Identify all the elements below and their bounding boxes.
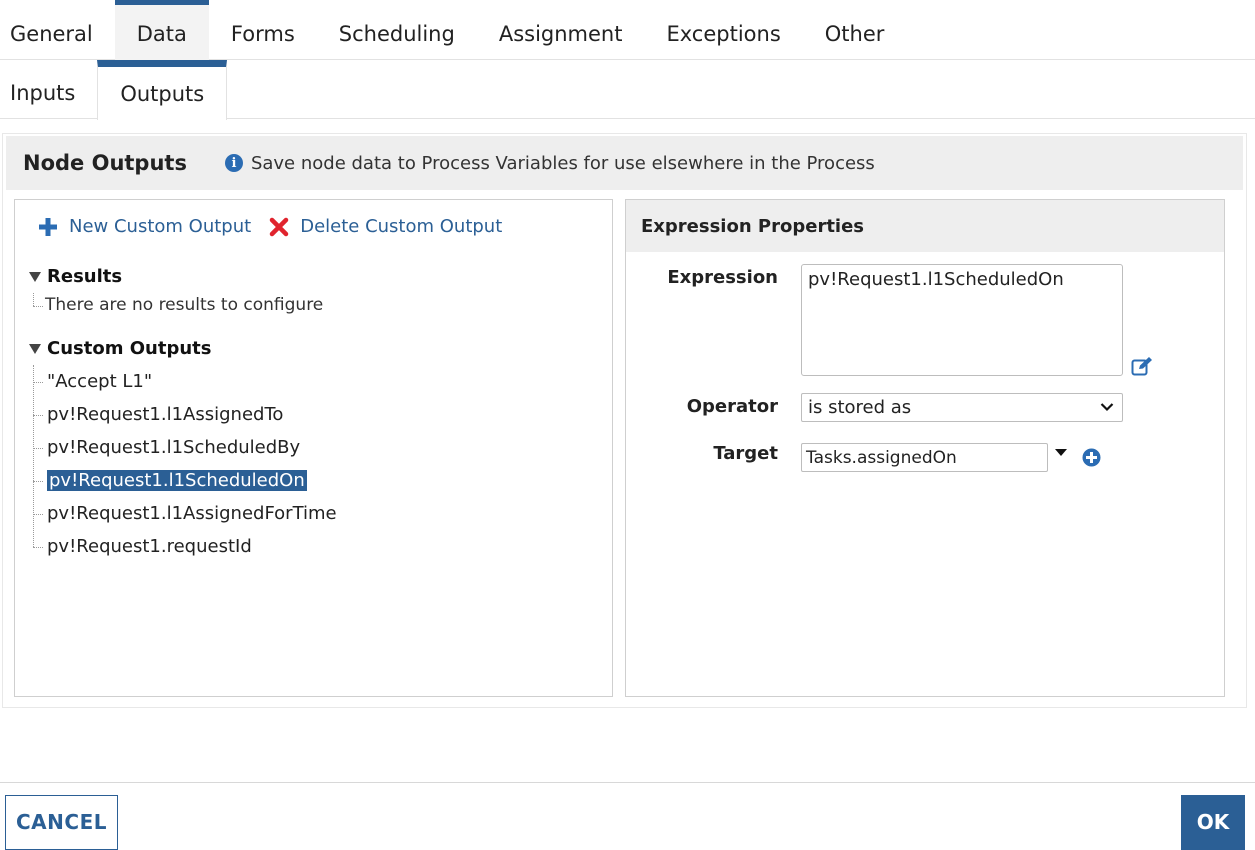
operator-select[interactable]: is stored as xyxy=(801,393,1123,422)
target-value: Tasks.assignedOn xyxy=(806,447,957,468)
info-icon: i xyxy=(224,154,243,172)
tab-assignment[interactable]: Assignment xyxy=(477,0,645,60)
results-empty-message: There are no results to configure xyxy=(43,292,323,317)
results-label: Results xyxy=(47,266,123,287)
tab-scheduling[interactable]: Scheduling xyxy=(317,0,477,60)
custom-output-label: pv!Request1.l1AssignedForTime xyxy=(47,503,337,524)
tab-general[interactable]: General xyxy=(0,0,115,60)
tree-connector xyxy=(33,365,34,547)
tree-connector xyxy=(33,448,43,449)
custom-output-item-selected[interactable]: pv!Request1.l1ScheduledOn xyxy=(45,468,307,493)
expand-triangle-icon xyxy=(29,343,41,354)
custom-output-item[interactable]: pv!Request1.l1AssignedForTime xyxy=(45,501,337,526)
custom-output-label: pv!Request1.requestId xyxy=(47,536,252,557)
custom-output-label: "Accept L1" xyxy=(47,371,153,392)
custom-output-label: pv!Request1.l1AssignedTo xyxy=(47,404,284,425)
custom-output-item[interactable]: pv!Request1.l1ScheduledBy xyxy=(45,435,300,460)
ok-button[interactable]: OK xyxy=(1181,795,1245,850)
tree-connector xyxy=(33,547,43,548)
delete-custom-output-label: Delete Custom Output xyxy=(300,216,503,237)
outputs-tree-panel: New Custom Output Delete Custom Output R… xyxy=(14,199,613,697)
chevron-down-icon xyxy=(1100,403,1114,412)
tree-connector xyxy=(33,514,43,515)
new-custom-output-label: New Custom Output xyxy=(69,216,252,237)
custom-output-item[interactable]: "Accept L1" xyxy=(45,369,152,394)
cancel-button[interactable]: CANCEL xyxy=(5,795,118,850)
custom-output-item[interactable]: pv!Request1.l1AssignedTo xyxy=(45,402,283,427)
tab-other[interactable]: Other xyxy=(803,0,907,60)
plus-icon xyxy=(39,217,57,236)
target-input[interactable]: Tasks.assignedOn xyxy=(801,443,1048,472)
operator-value: is stored as xyxy=(808,397,912,418)
node-outputs-panel: Node Outputs i Save node data to Process… xyxy=(2,133,1247,708)
delete-custom-output-button[interactable]: Delete Custom Output xyxy=(269,216,502,237)
custom-output-item[interactable]: pv!Request1.requestId xyxy=(45,534,252,559)
target-dropdown-caret-icon[interactable] xyxy=(1055,449,1067,456)
footer-divider xyxy=(0,782,1255,783)
node-outputs-info-text: Save node data to Process Variables for … xyxy=(250,152,875,174)
expression-field[interactable]: pv!Request1.l1ScheduledOn xyxy=(801,264,1123,376)
custom-outputs-label: Custom Outputs xyxy=(47,338,212,359)
tree-connector xyxy=(33,306,43,307)
x-icon xyxy=(269,217,289,236)
tab-inputs[interactable]: Inputs xyxy=(0,60,97,119)
outputs-toolbar: New Custom Output Delete Custom Output xyxy=(39,216,502,237)
node-outputs-header: Node Outputs i Save node data to Process… xyxy=(6,136,1243,190)
tree-connector xyxy=(33,481,43,482)
tab-data[interactable]: Data xyxy=(114,0,209,60)
results-empty-text: There are no results to configure xyxy=(45,294,324,315)
node-outputs-title: Node Outputs xyxy=(23,151,187,175)
expression-label: Expression xyxy=(667,267,778,288)
results-node[interactable]: Results xyxy=(29,266,122,287)
edit-expression-icon[interactable] xyxy=(1131,356,1153,376)
operator-label: Operator xyxy=(686,396,778,417)
custom-output-label: pv!Request1.l1ScheduledOn xyxy=(47,470,307,491)
tree-connector xyxy=(33,382,43,383)
expression-properties-title: Expression Properties xyxy=(626,200,1224,252)
expression-properties-panel: Expression Properties Expression pv!Requ… xyxy=(625,199,1225,697)
tab-outputs[interactable]: Outputs xyxy=(97,60,228,120)
tab-exceptions[interactable]: Exceptions xyxy=(644,0,802,60)
tab-forms[interactable]: Forms xyxy=(209,0,317,60)
top-tab-bar: General Data Forms Scheduling Assignment… xyxy=(0,0,1255,60)
new-custom-output-button[interactable]: New Custom Output xyxy=(39,216,251,237)
custom-outputs-node[interactable]: Custom Outputs xyxy=(29,338,211,359)
tree-connector xyxy=(33,293,34,306)
custom-output-label: pv!Request1.l1ScheduledBy xyxy=(47,437,301,458)
add-circle-icon[interactable] xyxy=(1082,448,1101,467)
expand-triangle-icon xyxy=(29,271,41,282)
target-label: Target xyxy=(713,443,778,464)
sub-tab-bar: Inputs Outputs xyxy=(0,60,1255,120)
tree-connector xyxy=(33,415,43,416)
